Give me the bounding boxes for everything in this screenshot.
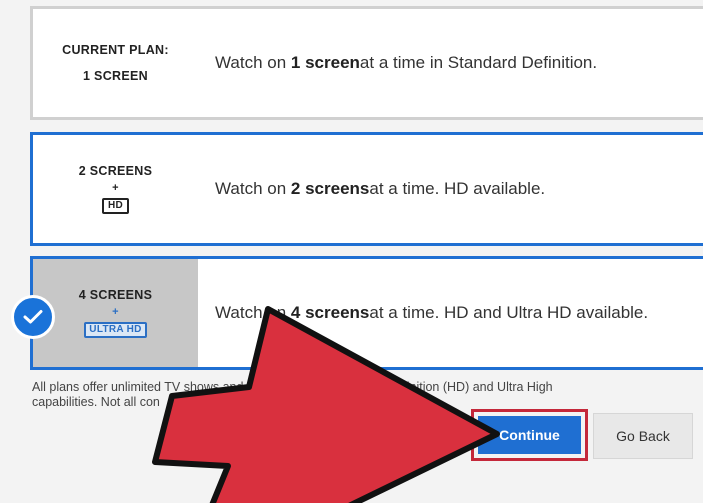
plan-screens: 4 SCREENS bbox=[78, 288, 153, 302]
desc-text: at a time in Standard Definition. bbox=[359, 53, 598, 72]
plan-option-2-screens[interactable]: 2 SCREENS + HD Watch on 2 screens at a t… bbox=[30, 132, 703, 246]
ultra-hd-badge-icon: ULTRA HD bbox=[84, 322, 147, 338]
plus-sign: + bbox=[112, 182, 119, 194]
desc-text: Watch on bbox=[215, 303, 287, 322]
checkmark-icon bbox=[11, 295, 55, 339]
desc-text: at a time. HD and Ultra HD available. bbox=[369, 303, 649, 322]
hd-badge-icon: HD bbox=[101, 198, 130, 214]
desc-bold: 2 screens bbox=[290, 179, 370, 198]
plan-screens: 2 SCREENS bbox=[78, 164, 153, 178]
plan-label: 2 SCREENS + HD bbox=[33, 135, 198, 243]
plan-screens: 1 SCREEN bbox=[83, 69, 148, 83]
plan-description: Watch on 2 screens at a time. HD availab… bbox=[198, 135, 703, 243]
desc-text: Watch on bbox=[215, 179, 287, 198]
plus-sign: + bbox=[112, 306, 119, 318]
desc-text: at a time. HD available. bbox=[369, 179, 546, 198]
current-plan-label: CURRENT PLAN: bbox=[62, 43, 169, 57]
desc-bold: 4 screens bbox=[290, 303, 370, 322]
continue-highlight: Continue bbox=[471, 409, 588, 461]
plan-description: Watch on 4 screens at a time. HD and Ult… bbox=[198, 259, 703, 367]
go-back-button[interactable]: Go Back bbox=[593, 413, 693, 459]
plan-label: 4 SCREENS + ULTRA HD bbox=[33, 259, 198, 367]
plan-label: CURRENT PLAN: 1 SCREEN bbox=[33, 9, 198, 117]
continue-button[interactable]: Continue bbox=[478, 416, 581, 454]
plan-description: Watch on 1 screen at a time in Standard … bbox=[198, 9, 703, 117]
desc-text: Watch on bbox=[215, 53, 287, 72]
plan-option-1-screen[interactable]: CURRENT PLAN: 1 SCREEN Watch on 1 screen… bbox=[30, 6, 703, 120]
plans-footnote: All plans offer unlimited TV shows and m… bbox=[32, 380, 553, 409]
desc-bold: 1 screen bbox=[290, 53, 360, 72]
plan-option-4-screens[interactable]: 4 SCREENS + ULTRA HD Watch on 4 screens … bbox=[30, 256, 703, 370]
